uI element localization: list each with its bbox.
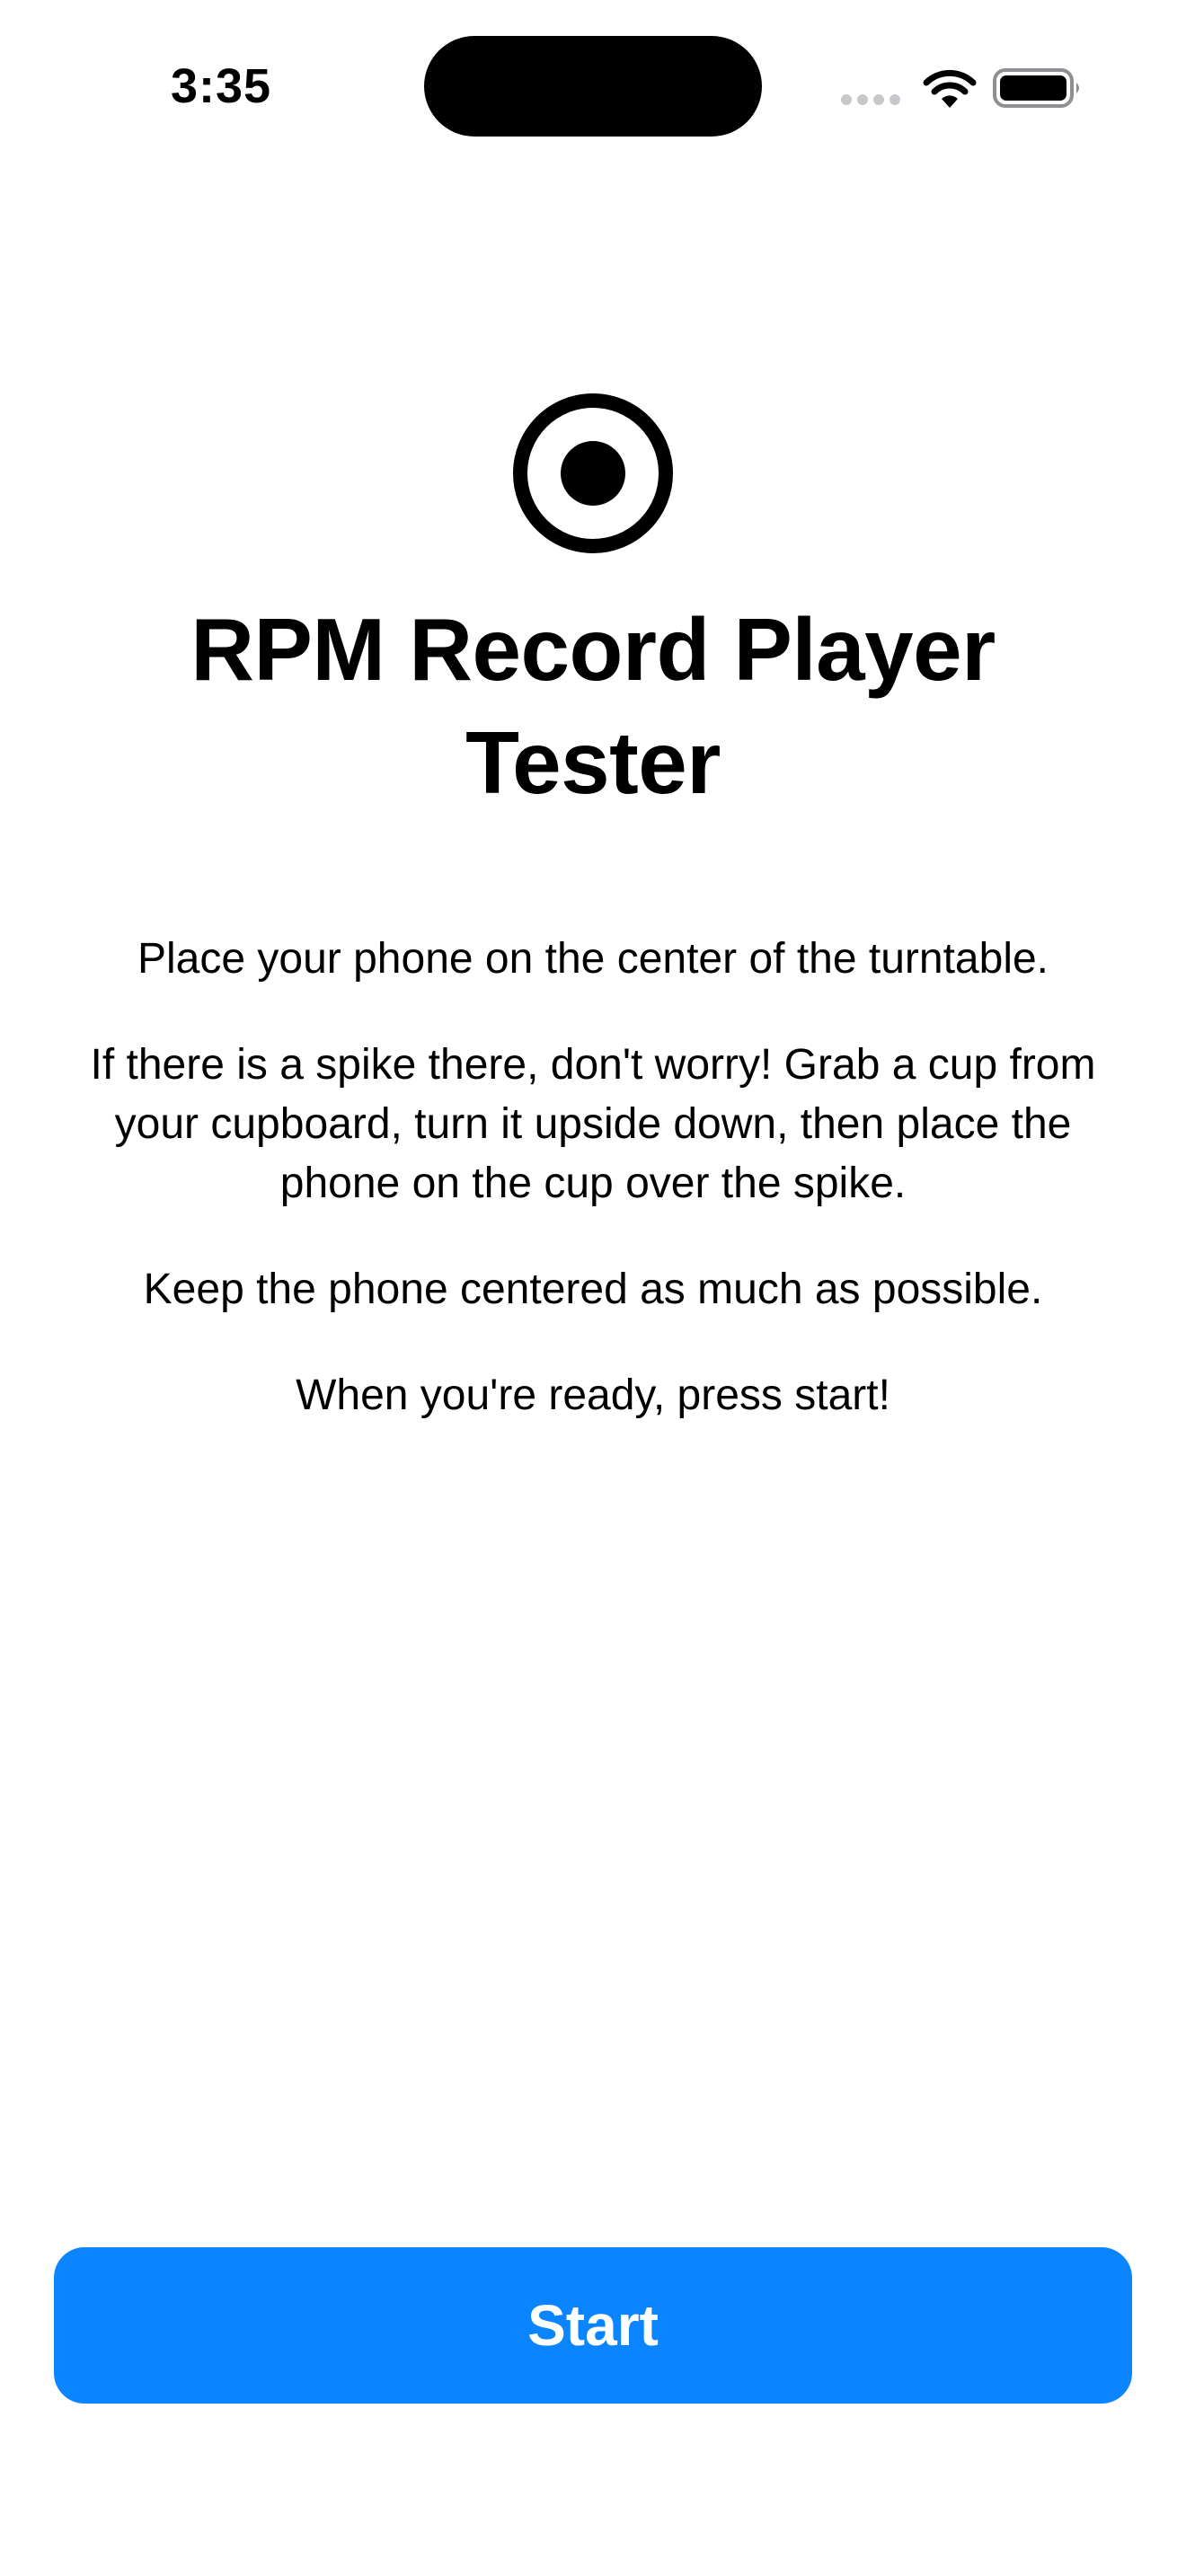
signal-dots-icon bbox=[841, 94, 900, 105]
instruction-text: Keep the phone centered as much as possi… bbox=[143, 1266, 1043, 1313]
battery-icon bbox=[993, 68, 1079, 108]
status-bar: 3:35 bbox=[0, 0, 1186, 180]
record-circle-icon bbox=[513, 393, 673, 553]
instruction-text: If there is a spike there, don't worry! … bbox=[90, 1041, 1096, 1207]
page-title: RPM Record Player Tester bbox=[190, 600, 996, 812]
status-time: 3:35 bbox=[171, 59, 272, 113]
start-button[interactable]: Start bbox=[54, 2247, 1132, 2404]
wifi-icon bbox=[923, 69, 977, 108]
instruction-text: When you're ready, press start! bbox=[296, 1372, 890, 1419]
dynamic-island bbox=[424, 36, 762, 137]
instructions: Place your phone on the center of the tu… bbox=[81, 930, 1105, 1472]
instruction-text: Place your phone on the center of the tu… bbox=[137, 935, 1049, 983]
status-icons bbox=[840, 63, 1083, 117]
